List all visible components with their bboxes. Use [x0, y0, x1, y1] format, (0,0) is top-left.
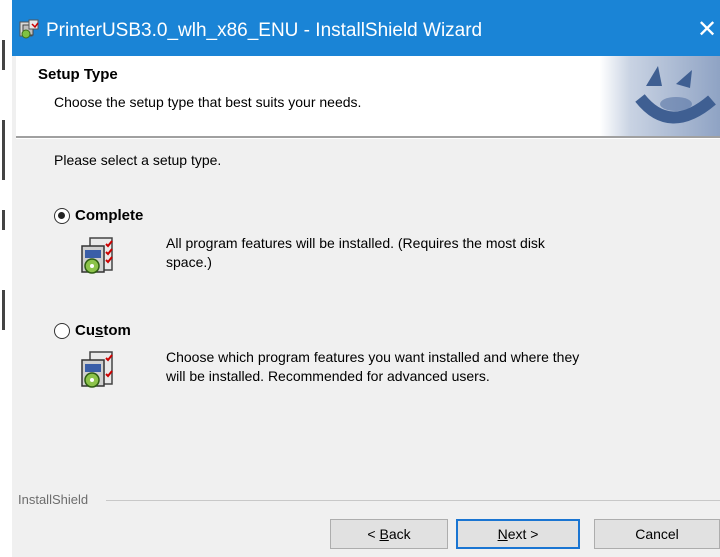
desktop-edge — [0, 0, 12, 557]
complete-setup-icon — [81, 237, 113, 274]
back-label-rest: ack — [388, 526, 411, 542]
back-button[interactable]: < Back — [330, 519, 448, 549]
custom-label: Custom — [75, 322, 131, 339]
installshield-wizard-window: PrinterUSB3.0_wlh_x86_ENU - InstallShiel… — [12, 0, 720, 557]
back-accel: B — [379, 526, 389, 542]
edge-mark — [2, 120, 5, 180]
complete-label: Complete — [75, 207, 144, 224]
complete-description-line: space.) — [166, 254, 212, 270]
next-accel: N — [497, 526, 508, 542]
select-prompt: Please select a setup type. — [54, 152, 222, 168]
complete-description: All program features will be installed. … — [166, 234, 646, 272]
page-title: Setup Type — [38, 66, 118, 83]
custom-description: Choose which program features you want i… — [166, 348, 646, 386]
cancel-button[interactable]: Cancel — [594, 519, 720, 549]
edge-mark — [2, 290, 5, 330]
next-button[interactable]: Next > — [456, 519, 580, 549]
page-subtitle: Choose the setup type that best suits yo… — [54, 94, 362, 110]
edge-mark — [2, 40, 5, 70]
custom-description-line: will be installed. Recommended for advan… — [166, 368, 490, 384]
header-banner: Setup Type Choose the setup type that be… — [16, 56, 720, 136]
installshield-logo-graphic — [600, 56, 720, 136]
custom-description-line: Choose which program features you want i… — [166, 349, 580, 365]
radio-button-selected[interactable] — [54, 207, 70, 224]
complete-description-line: All program features will be installed. … — [166, 235, 545, 251]
installer-icon — [19, 19, 39, 39]
footer-divider — [106, 500, 720, 501]
custom-setup-icon — [81, 351, 113, 388]
radio-custom[interactable]: Custom — [54, 322, 131, 339]
window-title: PrinterUSB3.0_wlh_x86_ENU - InstallShiel… — [46, 20, 483, 41]
back-label: < — [367, 526, 380, 542]
installshield-brand: InstallShield — [18, 492, 89, 507]
header-separator — [16, 136, 720, 139]
close-icon[interactable]: ✕ — [694, 14, 720, 46]
radio-button-unselected[interactable] — [54, 322, 70, 339]
title-bar[interactable]: PrinterUSB3.0_wlh_x86_ENU - InstallShiel… — [12, 0, 720, 56]
edge-mark — [2, 210, 5, 230]
next-label: ext > — [507, 526, 539, 542]
radio-complete[interactable]: Complete — [54, 207, 143, 224]
